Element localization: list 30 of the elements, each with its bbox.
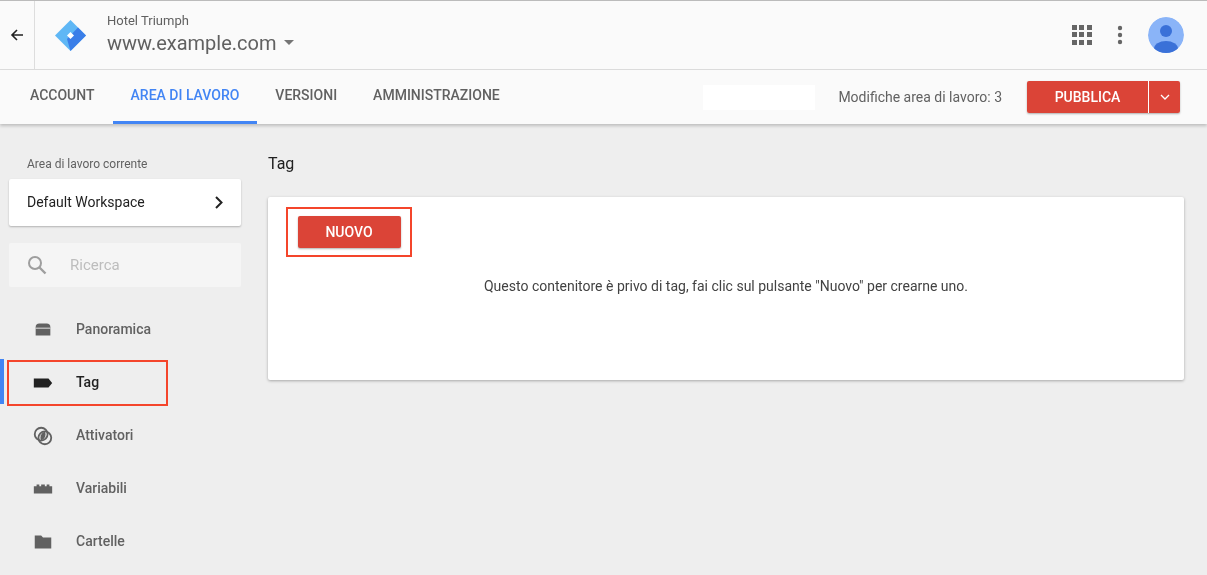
publish-dropdown-button[interactable] [1148, 81, 1180, 113]
nav-tab[interactable]: AREA DI LAVORO [112, 70, 258, 124]
sidebar-item[interactable]: Panoramica [7, 306, 168, 353]
publish-button[interactable]: PUBBLICA [1027, 81, 1148, 113]
page-title: Tag [268, 153, 296, 175]
chevron-right-icon [215, 196, 223, 209]
new-button[interactable]: NUOVO [297, 216, 401, 248]
sidebar-item[interactable]: Cartelle [7, 518, 168, 565]
more-vertical-icon[interactable] [1117, 25, 1123, 45]
diamond-logo-icon [54, 18, 87, 52]
sidebar-item[interactable]: Tag [7, 359, 168, 406]
search-icon [27, 255, 47, 275]
workspace-changes-count: Modifiche area di lavoro: 3 [838, 87, 1002, 107]
caret-icon [284, 40, 295, 46]
nav-tab[interactable]: VERSIONI [257, 70, 356, 124]
nav-tab[interactable]: AMMINISTRAZIONE [355, 70, 518, 124]
apps-grid-icon[interactable] [1072, 25, 1092, 45]
workspace-label: Area di lavoro corrente [27, 156, 149, 173]
sidebar-item[interactable]: Attivatori [7, 412, 168, 459]
search-field[interactable]: Ricerca [9, 243, 241, 287]
workspace-selector[interactable]: Default Workspace [9, 179, 241, 226]
chevron-down-icon [1159, 94, 1170, 100]
empty-message: Questo contenitore è privo di tag, fai clic sul pulsante "Nuovo" per crearne uno. [483, 277, 969, 296]
container-selector[interactable]: www.example.com [107, 29, 295, 57]
account-name: Hotel Triumph [107, 13, 190, 29]
circles-icon [32, 424, 54, 447]
nav-tab[interactable]: ACCOUNT [12, 70, 113, 124]
back-arrow-icon [10, 28, 24, 42]
avatar-icon[interactable] [1148, 17, 1184, 53]
sidebar-item[interactable]: Variabili [7, 465, 168, 512]
